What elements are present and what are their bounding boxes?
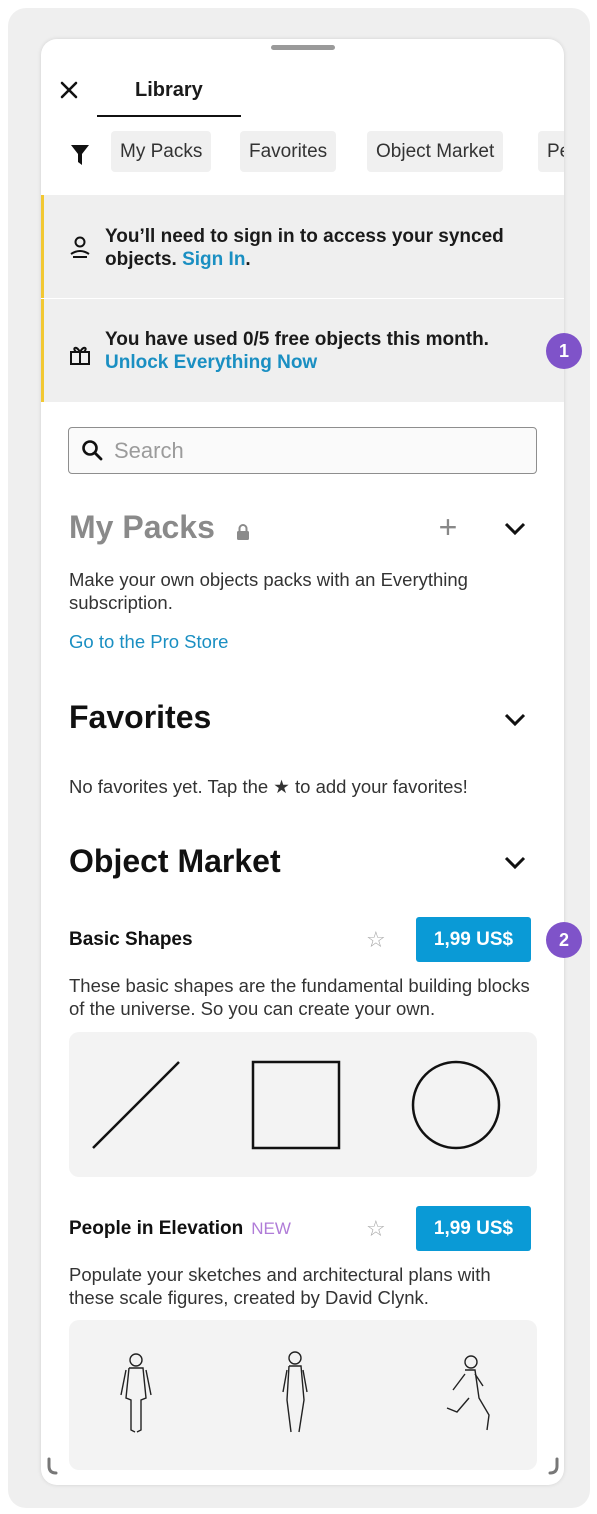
search-input[interactable]: Search bbox=[114, 438, 184, 464]
chevron-down-icon[interactable] bbox=[503, 855, 527, 871]
tab-library-label: Library bbox=[135, 79, 203, 101]
basic-shapes-image bbox=[92, 1060, 501, 1150]
sign-in-icon bbox=[70, 236, 90, 258]
sign-in-banner: You’ll need to sign in to access your sy… bbox=[41, 195, 564, 298]
resize-corner-icon[interactable] bbox=[46, 1456, 66, 1476]
search-field[interactable]: Search bbox=[68, 427, 537, 474]
chip-object-market[interactable]: Object Market bbox=[367, 131, 504, 172]
item-people-title: People in Elevation NEW bbox=[69, 1218, 291, 1240]
item-name: People in Elevation bbox=[69, 1218, 244, 1239]
favorites-title: Favorites bbox=[69, 699, 212, 735]
my-packs-title: My Packs bbox=[69, 509, 215, 545]
library-panel: Library My Packs Favorites Object Market… bbox=[41, 39, 564, 1485]
free-objects-text: You have used 0/5 free objects this mont… bbox=[105, 329, 489, 350]
sign-in-message: You’ll need to sign in to access your sy… bbox=[105, 225, 535, 271]
item-name: Basic Shapes bbox=[69, 929, 193, 950]
chevron-down-icon[interactable] bbox=[503, 521, 527, 537]
chevron-down-icon[interactable] bbox=[503, 712, 527, 728]
favorite-star-icon[interactable]: ☆ bbox=[366, 927, 386, 953]
sign-in-link[interactable]: Sign In bbox=[182, 249, 245, 270]
item-basic-shapes-description: These basic shapes are the fundamental b… bbox=[69, 975, 530, 1019]
resize-corner-icon[interactable] bbox=[540, 1456, 560, 1476]
filter-chips: My Packs Favorites Object Market Pe bbox=[41, 131, 564, 173]
chip-my-packs[interactable]: My Packs bbox=[111, 131, 212, 172]
free-objects-message: You have used 0/5 free objects this mont… bbox=[105, 328, 525, 374]
basic-shapes-preview[interactable] bbox=[69, 1032, 537, 1177]
new-badge: NEW bbox=[251, 1219, 291, 1238]
close-button[interactable] bbox=[55, 75, 83, 105]
people-preview[interactable] bbox=[69, 1320, 537, 1470]
sign-in-suffix: . bbox=[245, 249, 251, 270]
object-market-title: Object Market bbox=[69, 843, 281, 879]
my-packs-description: Make your own objects packs with an Ever… bbox=[69, 569, 468, 613]
free-objects-banner: You have used 0/5 free objects this mont… bbox=[41, 299, 564, 402]
lock-icon bbox=[237, 524, 249, 540]
people-figures-image bbox=[120, 1351, 490, 1433]
pro-store-link[interactable]: Go to the Pro Store bbox=[69, 631, 228, 653]
search-icon bbox=[82, 440, 103, 461]
annotation-badge: 1 bbox=[546, 333, 582, 369]
favorite-star-icon[interactable]: ☆ bbox=[366, 1216, 386, 1242]
sign-in-text: You’ll need to sign in to access your sy… bbox=[105, 226, 504, 270]
chip-favorites[interactable]: Favorites bbox=[240, 131, 337, 172]
tab-library[interactable]: Library bbox=[97, 69, 241, 117]
item-basic-shapes-title: Basic Shapes bbox=[69, 929, 193, 951]
add-pack-button[interactable]: + bbox=[434, 511, 462, 543]
close-icon bbox=[60, 81, 78, 99]
buy-basic-shapes-button[interactable]: 1,99 US$ bbox=[416, 917, 531, 962]
library-header: Library bbox=[41, 69, 564, 117]
favorites-empty-text: No favorites yet. Tap the ★ to add your … bbox=[69, 776, 468, 797]
drag-handle[interactable] bbox=[271, 45, 335, 50]
buy-people-button[interactable]: 1,99 US$ bbox=[416, 1206, 531, 1251]
gift-icon bbox=[70, 346, 90, 365]
item-people-description: Populate your sketches and architectural… bbox=[69, 1264, 491, 1308]
unlock-link[interactable]: Unlock Everything Now bbox=[105, 352, 317, 373]
chip-people[interactable]: Pe bbox=[538, 131, 564, 172]
annotation-badge: 2 bbox=[546, 922, 582, 958]
